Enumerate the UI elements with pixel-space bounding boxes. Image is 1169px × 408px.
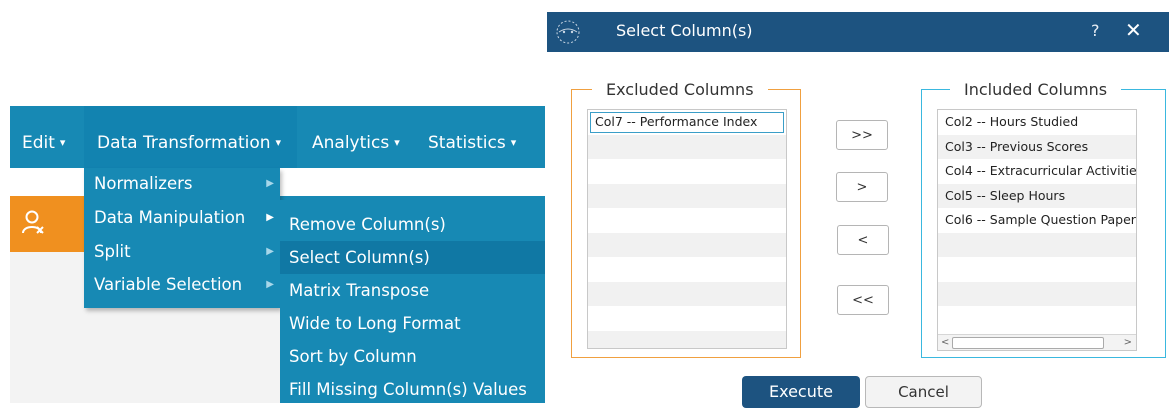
- menu-statistics-label: Statistics: [428, 133, 506, 153]
- list-row-empty: [588, 208, 786, 233]
- menu-data-transformation[interactable]: Data Transformation ▾: [97, 133, 281, 153]
- close-icon[interactable]: ✕: [1125, 18, 1142, 42]
- included-columns-list[interactable]: Col2 -- Hours Studied Col3 -- Previous S…: [937, 109, 1137, 351]
- select-columns-dialog: Select Column(s) ? ✕ Excluded Columns In…: [547, 12, 1169, 408]
- list-row-empty: [588, 281, 786, 306]
- submenu-item-label: Remove Column(s): [289, 215, 446, 234]
- orange-toolbar-strip: [10, 196, 84, 252]
- caret-down-icon: ▾: [394, 136, 400, 149]
- list-item[interactable]: Col5 -- Sleep Hours: [938, 183, 1136, 208]
- menu-item-label: Data Manipulation: [94, 208, 246, 227]
- add-all-button[interactable]: >>: [836, 120, 888, 150]
- submenu-item-label: Sort by Column: [289, 347, 417, 366]
- list-item[interactable]: Col6 -- Sample Question Papers Practiced: [938, 208, 1136, 233]
- menu-analytics[interactable]: Analytics ▾: [312, 133, 400, 153]
- data-transformation-dropdown: Normalizers ▶ Data Manipulation ▶ Split ▶ V…: [84, 168, 280, 308]
- caret-down-icon: ▾: [59, 136, 66, 149]
- help-button[interactable]: ?: [1091, 21, 1100, 40]
- submenu-fill-missing-values[interactable]: Fill Missing Column(s) Values: [280, 373, 545, 406]
- execute-button[interactable]: Execute: [742, 376, 860, 408]
- submenu-item-label: Fill Missing Column(s) Values: [289, 380, 527, 399]
- submenu-wide-to-long[interactable]: Wide to Long Format: [280, 307, 545, 340]
- menu-analytics-label: Analytics: [312, 133, 390, 153]
- dialog-title-bar: Select Column(s) ? ✕: [547, 12, 1169, 52]
- chevron-right-icon: ▶: [266, 212, 274, 223]
- submenu-item-label: Wide to Long Format: [289, 314, 461, 333]
- list-item-label: Col3 -- Previous Scores: [945, 138, 1089, 154]
- remove-button[interactable]: <: [837, 225, 889, 255]
- caret-down-icon: ▾: [275, 136, 282, 149]
- menu-bar: Edit ▾ Data Transformation ▾ Analytics ▾ St…: [10, 106, 545, 168]
- list-row-empty: [938, 232, 1136, 257]
- chevron-right-icon: ▶: [266, 178, 274, 189]
- list-row-empty: [938, 281, 1136, 306]
- list-row-empty: [938, 257, 1136, 282]
- list-row-empty: [588, 330, 786, 348]
- included-columns-legend: Included Columns: [964, 80, 1108, 99]
- user-remove-icon[interactable]: [22, 210, 46, 236]
- menu-edit-label: Edit: [22, 133, 55, 153]
- list-item-label: Col5 -- Sleep Hours: [945, 187, 1066, 203]
- cancel-button[interactable]: Cancel: [865, 376, 982, 408]
- caret-down-icon: ▾: [510, 136, 517, 149]
- chevron-right-icon: ▶: [266, 246, 274, 257]
- menu-item-data-manipulation[interactable]: Data Manipulation ▶: [84, 202, 280, 234]
- excluded-columns-legend: Excluded Columns: [606, 80, 754, 99]
- list-item-label: Col7 -- Performance Index: [595, 114, 758, 129]
- list-item[interactable]: Col7 -- Performance Index: [588, 110, 786, 135]
- list-row-empty: [588, 159, 786, 184]
- submenu-item-label: Matrix Transpose: [289, 281, 430, 300]
- menu-item-label: Normalizers: [94, 174, 193, 193]
- list-item[interactable]: Col4 -- Extracurricular Activities: [938, 159, 1136, 184]
- menu-item-label: Split: [94, 242, 131, 261]
- list-row-empty: [588, 306, 786, 331]
- list-item[interactable]: Col2 -- Hours Studied: [938, 110, 1136, 135]
- menu-data-transformation-label: Data Transformation: [97, 133, 271, 153]
- data-manipulation-submenu: Remove Column(s) Select Column(s) Matrix…: [280, 200, 545, 403]
- menu-edit[interactable]: Edit ▾: [22, 133, 65, 153]
- list-item[interactable]: Col3 -- Previous Scores: [938, 134, 1136, 159]
- scrollbar-thumb[interactable]: [952, 337, 1104, 349]
- submenu-select-columns[interactable]: Select Column(s): [280, 241, 545, 274]
- menu-item-label: Variable Selection: [94, 275, 243, 294]
- list-row-empty: [588, 183, 786, 208]
- submenu-sort-by-column[interactable]: Sort by Column: [280, 340, 545, 373]
- list-row-empty: [588, 257, 786, 282]
- submenu-item-label: Select Column(s): [289, 248, 430, 267]
- list-item-label: Col4 -- Extracurricular Activities: [945, 163, 1137, 178]
- list-row-empty: [588, 232, 786, 257]
- submenu-matrix-transpose[interactable]: Matrix Transpose: [280, 274, 545, 307]
- submenu-remove-columns[interactable]: Remove Column(s): [280, 208, 545, 241]
- chevron-right-icon: ▶: [266, 279, 274, 290]
- menu-statistics[interactable]: Statistics ▾: [428, 133, 516, 153]
- scroll-left-icon[interactable]: <: [941, 335, 949, 350]
- add-button[interactable]: >: [836, 172, 888, 202]
- list-item-label: Col6 -- Sample Question Papers Practiced: [945, 212, 1136, 227]
- scroll-right-icon[interactable]: >: [1124, 335, 1132, 350]
- list-row-empty: [938, 306, 1136, 331]
- horizontal-scrollbar[interactable]: < >: [938, 334, 1136, 350]
- excluded-columns-list[interactable]: Col7 -- Performance Index: [587, 109, 787, 349]
- app-logo-icon: [556, 20, 580, 44]
- dialog-title: Select Column(s): [616, 21, 753, 40]
- menu-item-normalizers[interactable]: Normalizers ▶: [84, 168, 280, 200]
- menu-item-variable-selection[interactable]: Variable Selection ▶: [84, 269, 280, 301]
- remove-all-button[interactable]: <<: [837, 285, 889, 315]
- list-row-empty: [588, 134, 786, 159]
- list-item-label: Col2 -- Hours Studied: [945, 114, 1079, 129]
- menu-item-split[interactable]: Split ▶: [84, 236, 280, 268]
